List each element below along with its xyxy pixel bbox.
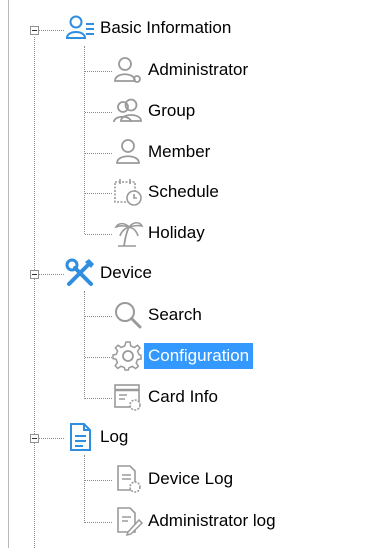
tree-connector [85,193,112,194]
tree-node-label: Configuration [144,343,254,369]
tree-connector [39,438,64,439]
collapse-toggle-basic-information[interactable] [30,26,39,35]
tree-node-label: Administrator [148,60,249,79]
tree-connector [85,112,112,113]
tree-node-holiday[interactable]: Holiday [112,219,209,247]
tree-connector [85,316,112,317]
tree-node-label: Member [148,142,211,161]
tree-node-label: Search [148,305,202,324]
tree-node-basic-information[interactable]: Basic Information [64,14,235,42]
tree-node-label: Administrator log [148,511,276,530]
tree-connector [85,357,112,358]
tree-node-device-log[interactable]: Device Log [112,465,237,493]
tree-node-log[interactable]: Log [64,423,132,451]
tree-connector [85,234,112,235]
administrator-icon [112,54,144,86]
tree-node-label: Card Info [148,387,218,406]
device-log-icon [112,463,144,495]
tree-connector [85,522,112,523]
administrator-log-icon [112,505,144,537]
tree-node-configuration[interactable]: Configuration [112,340,254,372]
schedule-icon [112,176,144,208]
users-list-icon [64,12,96,44]
tree-node-label: Holiday [148,223,205,242]
tree-node-label: Schedule [148,182,219,201]
collapse-toggle-log[interactable] [30,434,39,443]
tree-node-schedule[interactable]: Schedule [112,178,223,206]
tree-node-group[interactable]: Group [112,97,199,125]
tree-connector [84,291,85,399]
navigation-tree: Basic Information Administrator Group Me… [8,0,366,548]
tree-connector [39,274,64,275]
tools-icon [64,257,96,289]
tree-connector [85,71,112,72]
tree-node-label: Log [100,427,129,446]
log-icon [64,421,96,453]
tree-connector [85,398,112,399]
tree-node-device[interactable]: Device [64,257,156,289]
tree-connector [84,455,85,523]
member-icon [112,136,144,168]
tree-connector [34,37,35,548]
tree-node-administrator-log[interactable]: Administrator log [112,505,280,537]
tree-node-search[interactable]: Search [112,301,206,329]
tree-connector [85,153,112,154]
gear-icon [112,340,144,372]
card-info-icon [112,381,144,413]
tree-node-card-info[interactable]: Card Info [112,383,222,411]
tree-connector [85,480,112,481]
collapse-toggle-device[interactable] [30,270,39,279]
tree-node-label: Device Log [148,469,234,488]
tree-node-label: Basic Information [100,18,232,37]
tree-connector [84,46,85,234]
holiday-icon [112,217,144,249]
tree-node-administrator[interactable]: Administrator [112,56,252,84]
tree-node-label: Device [100,263,152,282]
tree-connector [39,30,64,31]
tree-node-label: Group [148,101,196,120]
group-icon [112,95,144,127]
search-icon [112,299,144,331]
tree-node-member[interactable]: Member [112,138,214,166]
